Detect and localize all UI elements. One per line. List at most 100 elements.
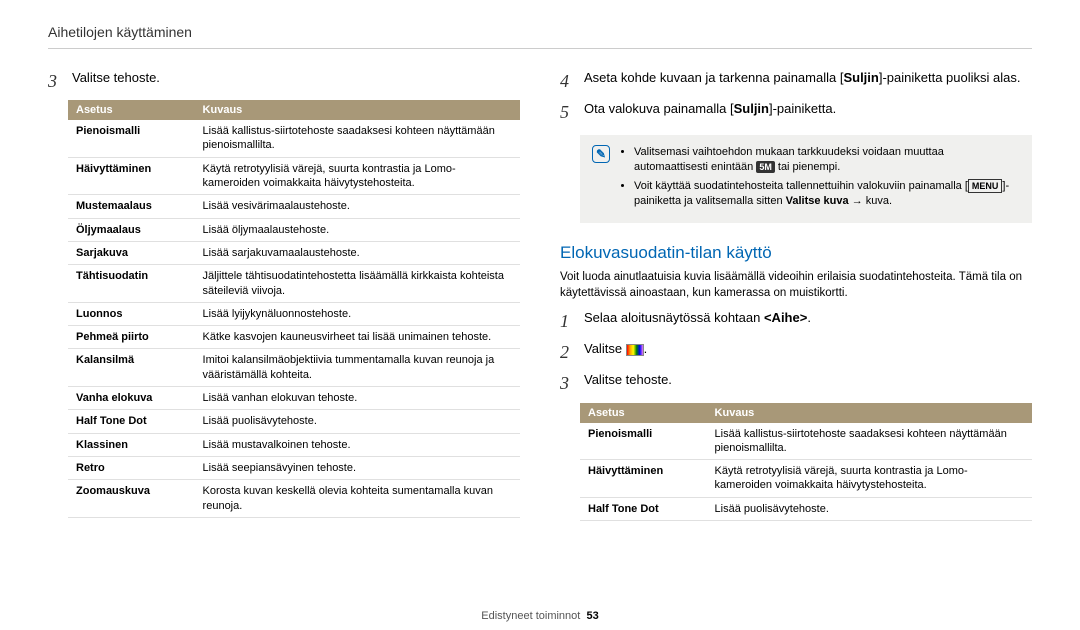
- right-column: 4 Aseta kohde kuvaan ja tarkenna painama…: [560, 63, 1032, 521]
- step-5: 5 Ota valokuva painamalla [Suljin]-paini…: [560, 100, 1032, 125]
- cell-desc: Lisää kallistus-siirtotehoste saadaksesi…: [195, 120, 520, 157]
- footer-label: Edistyneet toiminnot: [481, 610, 580, 622]
- text: .: [807, 310, 811, 325]
- table-row: PienoismalliLisää kallistus-siirtotehost…: [68, 120, 520, 157]
- cell-desc: Imitoi kalansilmäobjektiivia tummentamal…: [195, 349, 520, 387]
- bold-text: <Aihe>: [764, 310, 807, 325]
- cell-setting: Mustemaalaus: [68, 195, 195, 218]
- step-1: 1 Selaa aloitusnäytössä kohtaan <Aihe>.: [560, 309, 1032, 334]
- cell-desc: Lisää puolisävytehoste.: [195, 410, 520, 433]
- note-item: Voit käyttää suodatintehosteita tallenne…: [634, 179, 1020, 209]
- step-4: 4 Aseta kohde kuvaan ja tarkenna painama…: [560, 69, 1032, 94]
- info-icon: ✎: [592, 145, 610, 163]
- text: Ota valokuva painamalla [: [584, 101, 734, 116]
- movie-filter-icon: [626, 344, 644, 356]
- table-row: TähtisuodatinJäljittele tähtisuodatinteh…: [68, 265, 520, 303]
- step-3b: 3 Valitse tehoste.: [560, 371, 1032, 396]
- text: tai pienempi.: [775, 161, 840, 173]
- cell-setting: Häivyttäminen: [580, 460, 707, 498]
- table-header-setting: Asetus: [68, 100, 195, 120]
- step-text: Valitse tehoste.: [72, 69, 520, 87]
- table-header-desc: Kuvaus: [195, 100, 520, 120]
- left-column: 3 Valitse tehoste. Asetus Kuvaus Pienois…: [48, 63, 520, 521]
- cell-setting: Luonnos: [68, 302, 195, 325]
- cell-setting: Pienoismalli: [580, 423, 707, 460]
- cell-desc: Lisää puolisävytehoste.: [707, 497, 1032, 520]
- cell-desc: Kätke kasvojen kauneusvirheet tai lisää …: [195, 326, 520, 349]
- cell-desc: Lisää sarjakuvamaalaustehoste.: [195, 241, 520, 264]
- step-3: 3 Valitse tehoste.: [48, 69, 520, 94]
- cell-desc: Käytä retrotyylisiä värejä, suurta kontr…: [707, 460, 1032, 498]
- cell-setting: Pehmeä piirto: [68, 326, 195, 349]
- page-number: 53: [586, 610, 598, 622]
- table-row: KalansilmäImitoi kalansilmäobjektiivia t…: [68, 349, 520, 387]
- table-row: MustemaalausLisää vesivärimaalaustehoste…: [68, 195, 520, 218]
- note-list: Valitsemasi vaihtoehdon mukaan tarkkuude…: [620, 145, 1020, 212]
- cell-desc: Lisää vanhan elokuvan tehoste.: [195, 387, 520, 410]
- step-text: Aseta kohde kuvaan ja tarkenna painamall…: [584, 69, 1032, 87]
- cell-setting: Öljymaalaus: [68, 218, 195, 241]
- note-item: Valitsemasi vaihtoehdon mukaan tarkkuude…: [634, 145, 1020, 175]
- table-row: SarjakuvaLisää sarjakuvamaalaustehoste.: [68, 241, 520, 264]
- step-number: 2: [560, 340, 574, 365]
- table-row: Pehmeä piirtoKätke kasvojen kauneusvirhe…: [68, 326, 520, 349]
- cell-setting: Half Tone Dot: [68, 410, 195, 433]
- table-row: Half Tone DotLisää puolisävytehoste.: [68, 410, 520, 433]
- content-columns: 3 Valitse tehoste. Asetus Kuvaus Pienois…: [48, 63, 1032, 521]
- step-number: 4: [560, 69, 574, 94]
- cell-setting: Häivyttäminen: [68, 157, 195, 195]
- page-footer: Edistyneet toiminnot 53: [0, 610, 1080, 622]
- text: Selaa aloitusnäytössä kohtaan: [584, 310, 764, 325]
- table-header-setting: Asetus: [580, 403, 707, 423]
- step-text: Valitse .: [584, 340, 1032, 358]
- section-intro: Voit luoda ainutlaatuisia kuvia lisäämäl…: [560, 269, 1032, 301]
- table-row: Vanha elokuvaLisää vanhan elokuvan tehos…: [68, 387, 520, 410]
- cell-setting: Pienoismalli: [68, 120, 195, 157]
- cell-setting: Zoomauskuva: [68, 480, 195, 518]
- cell-desc: Lisää mustavalkoinen tehoste.: [195, 433, 520, 456]
- cell-desc: Käytä retrotyylisiä värejä, suurta kontr…: [195, 157, 520, 195]
- cell-desc: Lisää lyijykynäluonnostehoste.: [195, 302, 520, 325]
- step-number: 3: [48, 69, 62, 94]
- section-title: Elokuvasuodatin-tilan käyttö: [560, 243, 1032, 263]
- text: Valitse: [584, 341, 626, 356]
- table-row: PienoismalliLisää kallistus-siirtotehost…: [580, 423, 1032, 460]
- bold-text: Valitse kuva: [786, 195, 849, 207]
- table-row: RetroLisää seepiansävyinen tehoste.: [68, 456, 520, 479]
- step-number: 5: [560, 100, 574, 125]
- cell-setting: Vanha elokuva: [68, 387, 195, 410]
- cell-desc: Lisää vesivärimaalaustehoste.: [195, 195, 520, 218]
- table-header-desc: Kuvaus: [707, 403, 1032, 423]
- cell-desc: Lisää seepiansävyinen tehoste.: [195, 456, 520, 479]
- text: Voit käyttää suodatintehosteita tallenne…: [634, 180, 968, 192]
- step-text: Ota valokuva painamalla [Suljin]-painike…: [584, 100, 1032, 118]
- step-text: Selaa aloitusnäytössä kohtaan <Aihe>.: [584, 309, 1032, 327]
- cell-desc: Korosta kuvan keskellä olevia kohteita s…: [195, 480, 520, 518]
- table-row: KlassinenLisää mustavalkoinen tehoste.: [68, 433, 520, 456]
- table-row: LuonnosLisää lyijykynäluonnostehoste.: [68, 302, 520, 325]
- text: → kuva.: [849, 195, 892, 207]
- text: ]-painiketta.: [769, 101, 836, 116]
- menu-chip: MENU: [968, 179, 1003, 193]
- step-number: 1: [560, 309, 574, 334]
- step-2: 2 Valitse .: [560, 340, 1032, 365]
- step-number: 3: [560, 371, 574, 396]
- text: ]-painiketta puoliksi alas.: [879, 70, 1021, 85]
- table-row: HäivyttäminenKäytä retrotyylisiä värejä,…: [68, 157, 520, 195]
- cell-desc: Lisää öljymaalaustehoste.: [195, 218, 520, 241]
- cell-setting: Kalansilmä: [68, 349, 195, 387]
- cell-desc: Lisää kallistus-siirtotehoste saadaksesi…: [707, 423, 1032, 460]
- table-row: HäivyttäminenKäytä retrotyylisiä värejä,…: [580, 460, 1032, 498]
- resolution-chip: 5M: [756, 161, 775, 173]
- page-header: Aihetilojen käyttäminen: [48, 24, 1032, 49]
- effects-table-right: Asetus Kuvaus PienoismalliLisää kallistu…: [580, 403, 1032, 521]
- cell-desc: Jäljittele tähtisuodatintehostetta lisää…: [195, 265, 520, 303]
- step-text: Valitse tehoste.: [584, 371, 1032, 389]
- cell-setting: Retro: [68, 456, 195, 479]
- cell-setting: Half Tone Dot: [580, 497, 707, 520]
- cell-setting: Sarjakuva: [68, 241, 195, 264]
- table-row: Half Tone DotLisää puolisävytehoste.: [580, 497, 1032, 520]
- cell-setting: Tähtisuodatin: [68, 265, 195, 303]
- cell-setting: Klassinen: [68, 433, 195, 456]
- bold-text: Suljin: [734, 101, 769, 116]
